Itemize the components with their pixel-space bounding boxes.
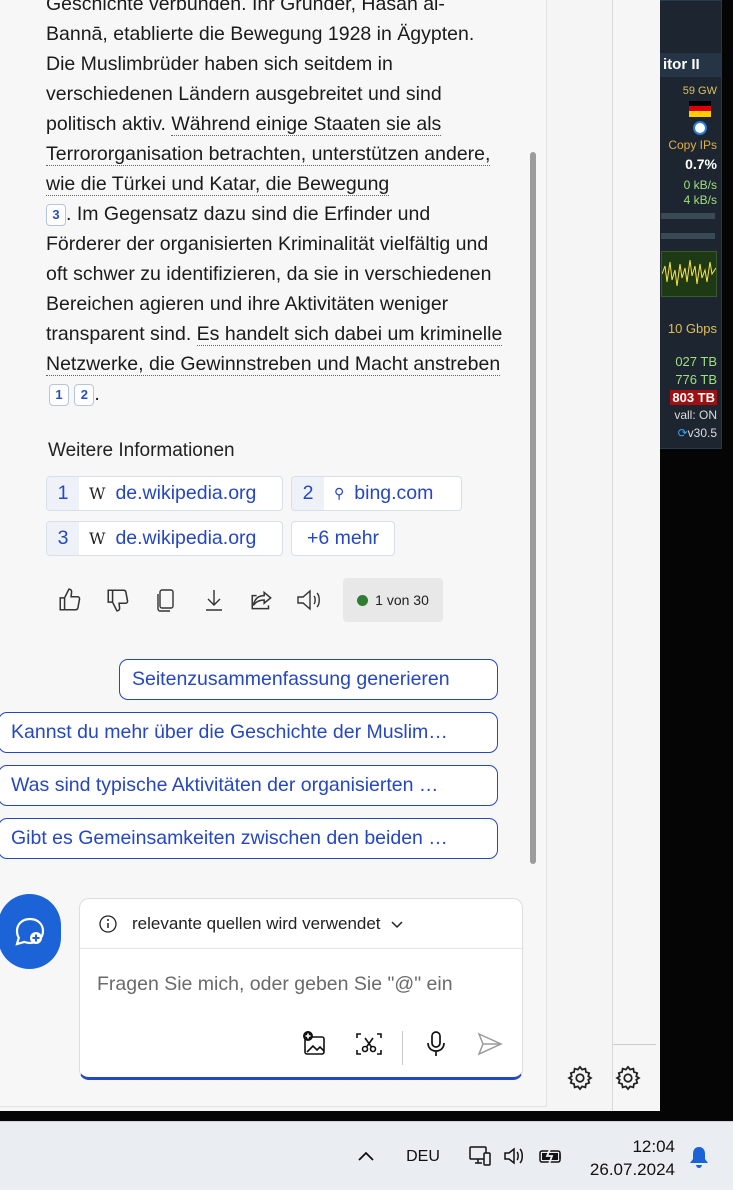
source-domain: bing.com: [354, 482, 434, 504]
screenshot-icon[interactable]: [352, 1027, 386, 1061]
thumbs-down-icon[interactable]: [100, 578, 136, 622]
add-image-icon[interactable]: [298, 1027, 332, 1061]
suggestion-chip[interactable]: Kannst du mehr über die Geschichte der M…: [0, 712, 498, 753]
chevron-down-icon: [391, 920, 403, 928]
monitor-copy-ips[interactable]: Copy IPs: [668, 138, 717, 152]
monitor-up: 4 kB/s: [683, 193, 717, 207]
citation-badge[interactable]: 2: [74, 384, 95, 406]
search-icon: ⚲: [334, 485, 345, 502]
source-mode-selector[interactable]: relevante quellen wird verwendet: [80, 899, 522, 949]
monitor-version-text: v30.5: [687, 426, 717, 440]
taskbar: DEU 12:04 26.07.2024: [0, 1121, 733, 1190]
new-chat-button[interactable]: [0, 894, 61, 969]
wikipedia-icon: W: [89, 484, 106, 503]
info-icon: [99, 914, 117, 933]
wikipedia-icon: W: [89, 529, 106, 548]
monitor-row: 59 GW: [682, 85, 717, 97]
monitor-down: 0 kB/s: [683, 178, 717, 192]
source-number: 3: [47, 522, 79, 555]
answer-text: Geschichte verbunden. Ihr Gründer, Hasan…: [46, 0, 506, 409]
source-chip[interactable]: 3 W de.wikipedia.org: [46, 521, 283, 556]
system-clock[interactable]: 12:04 26.07.2024: [590, 1135, 675, 1181]
monitor-firewall: vall: ON: [674, 408, 717, 422]
suggestion-chip[interactable]: Was sind typische Aktivitäten der organi…: [0, 765, 498, 806]
suggestion-chip[interactable]: Gibt es Gemeinsamkeiten zwischen den bei…: [0, 818, 498, 859]
notification-bell-icon[interactable]: [686, 1142, 712, 1172]
monitor-bar: [661, 213, 715, 219]
clock-date: 26.07.2024: [589, 1160, 675, 1179]
more-info-title: Weitere Informationen: [48, 440, 235, 461]
settings-gear-icon[interactable]: [610, 1060, 646, 1096]
source-chip[interactable]: 2 ⚲ bing.com: [291, 476, 462, 511]
citation-badge[interactable]: 1: [49, 384, 69, 406]
response-counter: 1 von 30: [343, 578, 443, 622]
monitor-cpu: 0.7%: [685, 156, 717, 172]
network-monitor-widget: itor II 59 GW Copy IPs 0.7% 0 kB/s 4 kB/…: [658, 0, 722, 449]
monitor-title: itor II: [659, 53, 721, 77]
source-domain: de.wikipedia.org: [115, 482, 257, 504]
thumbs-up-icon[interactable]: [52, 578, 88, 622]
monitor-speed: 10 Gbps: [667, 321, 717, 336]
source-number: 1: [47, 477, 79, 510]
divider: [402, 1031, 403, 1065]
more-sources-label: +6 mehr: [306, 527, 380, 549]
send-icon[interactable]: [473, 1027, 507, 1061]
microphone-icon[interactable]: [419, 1027, 453, 1061]
read-aloud-icon[interactable]: [292, 578, 328, 622]
chat-scrollbar[interactable]: [530, 152, 536, 864]
chat-input-box: relevante quellen wird verwendet Fragen …: [79, 898, 523, 1080]
suggestion-summary[interactable]: Seitenzusammenfassung generieren: [119, 659, 498, 700]
monitor-version: ⟳v30.5: [678, 426, 717, 440]
refresh-icon: ⟳: [677, 426, 688, 440]
monitor-total: 027 TB: [675, 354, 717, 369]
new-chat-icon: [14, 917, 44, 946]
flag-germany-icon: [689, 101, 711, 117]
battery-charging-icon[interactable]: [536, 1142, 566, 1170]
download-icon[interactable]: [196, 578, 232, 622]
volume-icon[interactable]: [500, 1142, 528, 1170]
copilot-panel: Geschichte verbunden. Ihr Gründer, Hasan…: [0, 0, 613, 1111]
more-sources-button[interactable]: +6 mehr: [291, 521, 395, 556]
settings-gear-icon[interactable]: [562, 1060, 598, 1096]
answer-sentence: .: [94, 383, 100, 405]
monitor-total: 776 TB: [675, 372, 717, 387]
copy-icon[interactable]: [148, 578, 184, 622]
monitor-total: 803 TB: [670, 390, 717, 405]
chat-input-field[interactable]: Fragen Sie mich, oder geben Sie "@" ein: [97, 973, 453, 996]
source-domain: de.wikipedia.org: [115, 527, 257, 549]
network-icon[interactable]: [466, 1142, 494, 1170]
clock-time: 12:04: [632, 1137, 675, 1156]
monitor-traffic-graph: [661, 251, 717, 297]
source-number: 2: [292, 477, 324, 510]
show-hidden-icons-chevron-up-icon[interactable]: [352, 1142, 380, 1170]
counter-text: 1 von 30: [375, 592, 429, 608]
target-icon: [693, 121, 707, 135]
chat-column: Geschichte verbunden. Ihr Gründer, Hasan…: [0, 0, 547, 1107]
input-language[interactable]: DEU: [398, 1144, 448, 1170]
source-mode-label: relevante quellen wird verwendet: [132, 913, 381, 933]
monitor-bar: [661, 233, 715, 239]
citation-badge[interactable]: 3: [46, 204, 66, 226]
source-chip[interactable]: 1 W de.wikipedia.org: [46, 476, 283, 511]
status-dot: [357, 594, 369, 606]
share-icon[interactable]: [244, 578, 280, 622]
